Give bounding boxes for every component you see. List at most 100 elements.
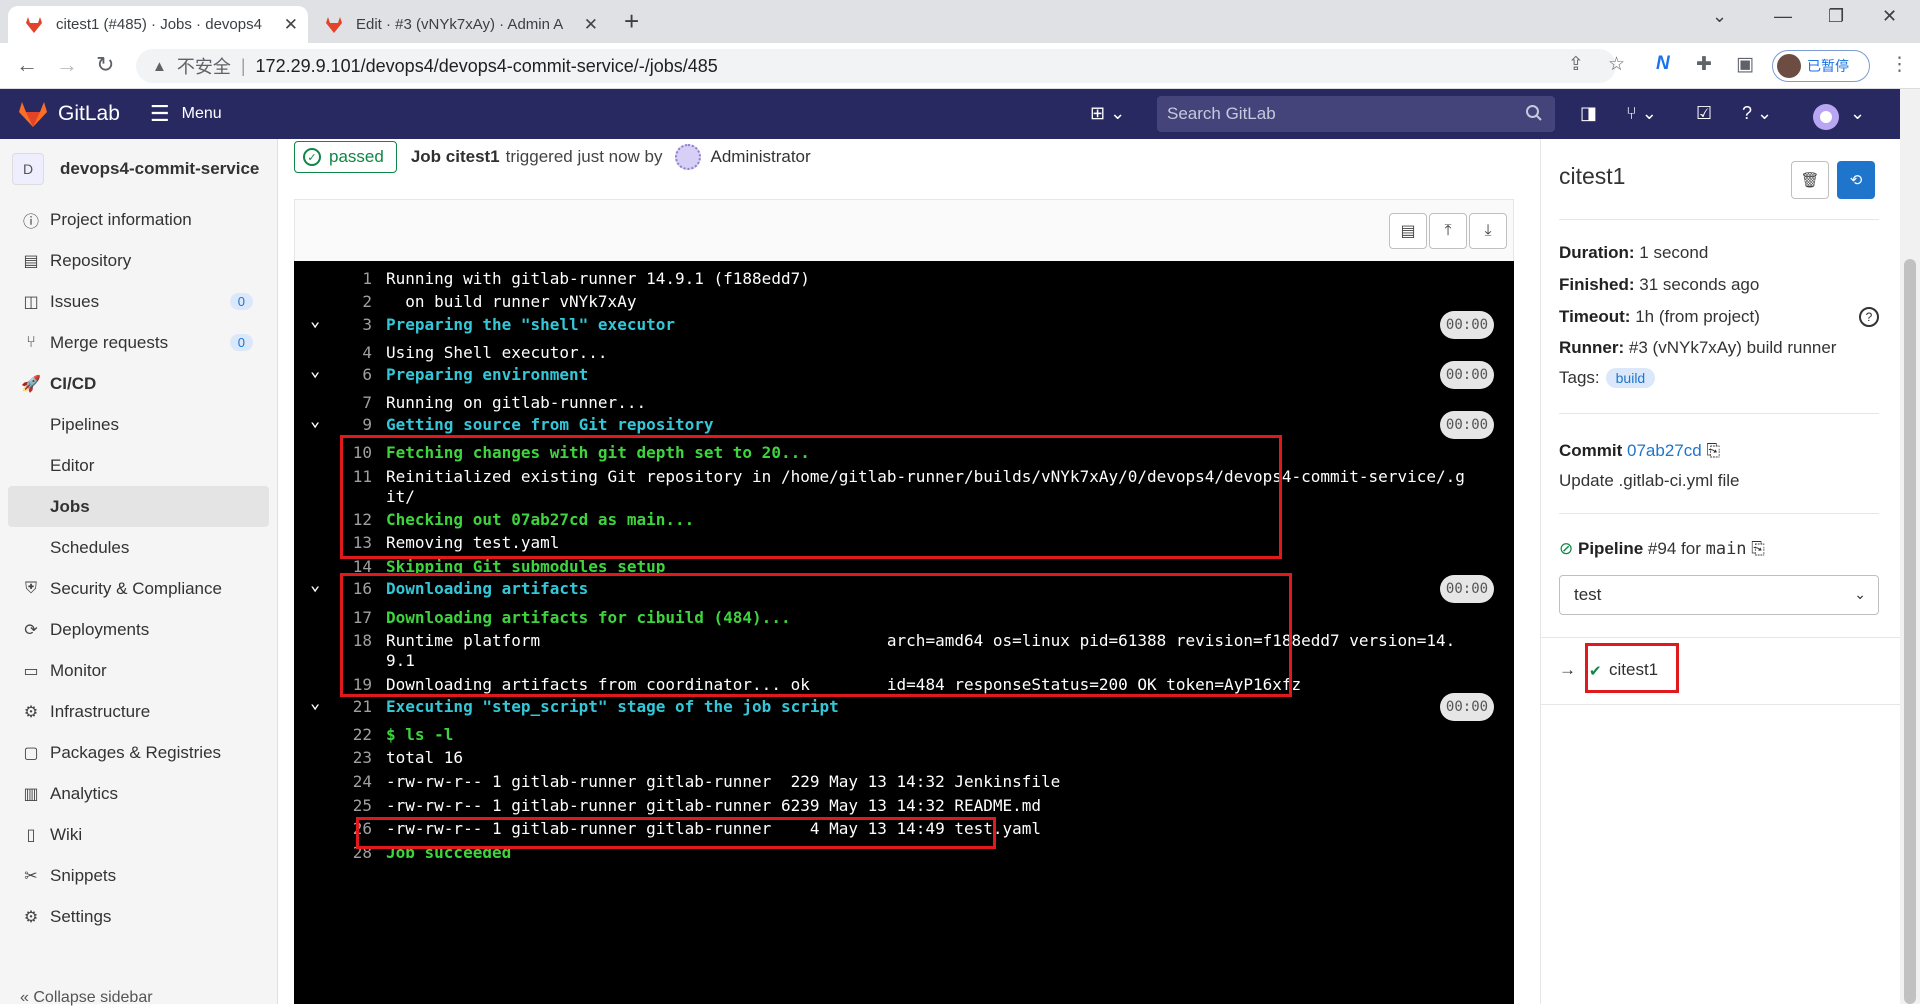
erase-log-button[interactable]: 🗑 — [1791, 161, 1829, 199]
scrollbar-thumb[interactable] — [1904, 259, 1916, 1004]
back-button[interactable]: ← — [16, 52, 38, 78]
sidebar-item-infrastructure[interactable]: ⚙ Infrastructure — [0, 691, 277, 732]
log-text: Preparing environment — [386, 365, 589, 384]
extensions-puzzle-icon[interactable]: ✚ — [1696, 53, 1712, 76]
sidebar-item-pipelines[interactable]: Pipelines — [0, 404, 277, 445]
browser-tab[interactable]: Edit · #3 (vNYk7xAy) · Admin A ✕ — [308, 6, 608, 43]
sidebar-item-jobs[interactable]: Jobs — [8, 486, 269, 527]
page-scrollbar[interactable] — [1900, 89, 1920, 1004]
line-number[interactable]: 9 — [334, 415, 372, 434]
pipeline-ref[interactable]: main — [1706, 539, 1747, 559]
address-bar[interactable]: ▲ 不安全 | 172.29.9.101/devops4/devops4-com… — [136, 49, 1616, 83]
user-avatar-icon[interactable] — [1812, 103, 1840, 131]
line-number[interactable]: 23 — [334, 748, 372, 767]
share-icon[interactable]: ⇪ — [1568, 53, 1584, 76]
commit-link[interactable]: 07ab27cd — [1627, 441, 1702, 460]
user-avatar[interactable] — [674, 144, 701, 170]
line-number[interactable]: 4 — [334, 343, 372, 362]
line-number[interactable]: 7 — [334, 393, 372, 412]
merge-requests-nav-icon[interactable]: ⑂ ⌄ — [1626, 103, 1657, 124]
tab-search-icon[interactable]: ⌄ — [1712, 6, 1727, 27]
help-icon[interactable]: ? — [1859, 307, 1879, 327]
sidebar-item-project-information[interactable]: ⓘ Project information — [0, 199, 277, 240]
gitlab-brand[interactable]: GitLab — [58, 102, 120, 126]
mr-count-badge: 0 — [229, 334, 253, 351]
issues-icon: ◫ — [23, 293, 39, 311]
sidebar-item-editor[interactable]: Editor — [0, 445, 277, 486]
status-badge[interactable]: ✓ passed — [294, 141, 397, 173]
extension-n-icon[interactable]: N — [1656, 53, 1670, 75]
menu-button[interactable]: ☰ Menu — [150, 101, 222, 127]
chevron-down-icon[interactable]: ⌄ — [310, 361, 320, 381]
log-text: Getting source from Git repository — [386, 415, 714, 434]
help-icon[interactable]: ? ⌄ — [1742, 103, 1772, 124]
side-panel-icon[interactable]: ▣ — [1736, 53, 1754, 76]
close-tab-icon[interactable]: ✕ — [584, 15, 598, 35]
sidebar-item-schedules[interactable]: Schedules — [0, 527, 277, 568]
user-name[interactable]: Administrator — [711, 147, 811, 167]
line-number[interactable]: 6 — [334, 365, 372, 384]
line-number[interactable]: 24 — [334, 772, 372, 791]
log-text: -rw-rw-r-- 1 gitlab-runner gitlab-runner… — [386, 772, 1061, 791]
close-tab-icon[interactable]: ✕ — [284, 15, 298, 35]
maximize-button[interactable]: ❐ — [1828, 6, 1844, 27]
line-number[interactable]: 25 — [334, 796, 372, 815]
issues-nav-icon[interactable]: ◨ — [1580, 103, 1597, 124]
sidebar-item-repository[interactable]: ▤ Repository — [0, 240, 277, 281]
gitlab-navbar: GitLab ☰ Menu ⊞ ⌄ Search GitLab ◨ ⑂ ⌄ ☑ … — [0, 89, 1900, 139]
sidebar-item-settings[interactable]: ⚙ Settings — [0, 896, 277, 937]
sidebar-item-security[interactable]: ⛨ Security & Compliance — [0, 568, 277, 609]
section-duration-badge: 00:00 — [1440, 411, 1494, 439]
sidebar-item-packages[interactable]: ▢ Packages & Registries — [0, 732, 277, 773]
line-number[interactable]: 3 — [334, 315, 372, 334]
stage-dropdown[interactable]: test ⌄ — [1559, 575, 1879, 615]
retry-button[interactable]: ⟲ — [1837, 161, 1875, 199]
chevron-down-icon[interactable]: ⌄ — [1850, 103, 1865, 124]
browser-menu-icon[interactable]: ⋮ — [1890, 53, 1909, 76]
minimize-button[interactable]: — — [1774, 6, 1792, 27]
sidebar-item-monitor[interactable]: ▭ Monitor — [0, 650, 277, 691]
gitlab-logo-icon[interactable] — [18, 100, 48, 128]
pipeline-link[interactable]: #94 — [1648, 539, 1676, 558]
sidebar-item-merge-requests[interactable]: ⑂ Merge requests 0 — [0, 322, 277, 363]
gear-icon: ⚙ — [23, 908, 39, 926]
browser-tab-active[interactable]: citest1 (#485) · Jobs · devops4 ✕ — [8, 6, 308, 43]
copy-icon[interactable]: ⎘ — [1706, 441, 1720, 460]
close-window-button[interactable]: ✕ — [1882, 6, 1897, 27]
new-item-icon[interactable]: ⊞ ⌄ — [1090, 103, 1125, 124]
finished-row: Finished: 31 seconds ago — [1559, 275, 1760, 294]
highlight-box — [340, 435, 1282, 559]
project-header[interactable]: D devops4-commit-service — [0, 139, 277, 199]
chevron-down-icon[interactable]: ⌄ — [310, 311, 320, 331]
sidebar-item-analytics[interactable]: ▥ Analytics — [0, 773, 277, 814]
forward-button[interactable]: → — [56, 52, 78, 78]
copy-icon[interactable]: ⎘ — [1751, 539, 1765, 558]
sidebar-item-wiki[interactable]: ▯ Wiki — [0, 814, 277, 855]
chevron-down-icon[interactable]: ⌄ — [310, 693, 320, 713]
sidebar-item-issues[interactable]: ◫ Issues 0 — [0, 281, 277, 322]
reload-button[interactable]: ↻ — [96, 52, 114, 78]
sidebar-item-deployments[interactable]: ⟳ Deployments — [0, 609, 277, 650]
scissors-icon: ✂ — [24, 867, 38, 885]
profile-button[interactable]: 已暂停 — [1772, 50, 1870, 82]
scroll-bottom-button[interactable]: ⤓ — [1469, 213, 1507, 249]
bookmark-star-icon[interactable]: ☆ — [1608, 53, 1625, 76]
doc-icon: ▤ — [23, 252, 39, 270]
scroll-top-button[interactable]: ⤒ — [1429, 213, 1467, 249]
chevron-down-icon[interactable]: ⌄ — [310, 411, 320, 431]
sidebar-item-snippets[interactable]: ✂ Snippets — [0, 855, 277, 896]
line-number[interactable]: 1 — [334, 269, 372, 288]
line-number[interactable]: 22 — [334, 725, 372, 744]
job-list-item[interactable]: → ✔ citest1 — [1541, 637, 1901, 705]
chevron-down-icon[interactable]: ⌄ — [310, 575, 320, 595]
line-number[interactable]: 21 — [334, 697, 372, 716]
line-number[interactable]: 2 — [334, 292, 372, 311]
timeout-row: Timeout: 1h (from project) — [1559, 307, 1760, 326]
collapse-sidebar-button[interactable]: « Collapse sidebar — [20, 989, 153, 1007]
raw-log-button[interactable]: ▤ — [1389, 213, 1427, 249]
search-input[interactable]: Search GitLab — [1157, 96, 1555, 132]
todos-icon[interactable]: ☑ — [1696, 103, 1712, 124]
sidebar-item-cicd[interactable]: 🚀 CI/CD — [0, 363, 277, 404]
new-tab-button[interactable]: + — [624, 6, 639, 37]
profile-status: 已暂停 — [1807, 58, 1849, 74]
